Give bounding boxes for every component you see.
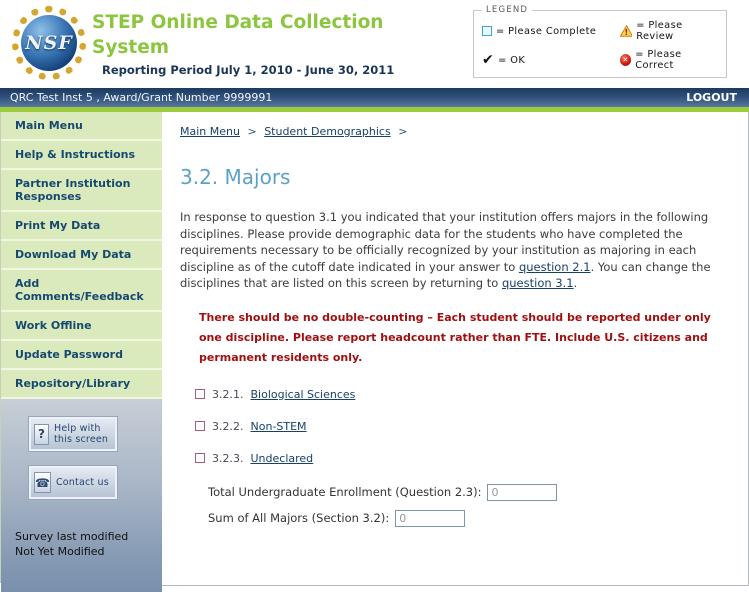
- major-number: 3.2.1.: [212, 388, 244, 401]
- legend-item-label: = Please Correct: [635, 49, 718, 71]
- nsf-logo-text: NSF: [25, 32, 73, 54]
- major-number: 3.2.2.: [212, 420, 244, 433]
- biological-sciences-link[interactable]: Biological Sciences: [251, 388, 356, 401]
- totals-fields: Total Undergraduate Enrollment (Question…: [208, 484, 728, 527]
- legend-item-correct: ✕ = Please Correct: [620, 49, 718, 71]
- sidebar-menu: Main Menu Help & Instructions Partner In…: [1, 112, 162, 399]
- sidebar-lower-panel: ? Help with this screen ☎ Contact us Sur…: [1, 399, 162, 592]
- breadcrumb-separator: >: [398, 125, 407, 138]
- survey-last-modified: Survey last modified Not Yet Modified: [15, 529, 162, 559]
- svg-text:!: !: [624, 28, 628, 37]
- legend-title: LEGEND: [482, 5, 532, 15]
- question-mark-icon: ?: [34, 424, 49, 445]
- breadcrumb-student-demographics[interactable]: Student Demographics: [264, 125, 391, 138]
- please-complete-status-icon: [195, 421, 205, 431]
- correct-circle-icon: ✕: [620, 54, 631, 66]
- intro-text: .: [574, 276, 578, 290]
- logout-link[interactable]: LOGOUT: [686, 91, 737, 104]
- body-row: Main Menu Help & Instructions Partner In…: [0, 112, 749, 586]
- please-complete-status-icon: [195, 389, 205, 399]
- contact-us-button[interactable]: ☎ Contact us: [29, 466, 117, 499]
- app-title: STEP Online Data Collection System: [92, 10, 402, 60]
- main-content: Main Menu > Student Demographics > 3.2. …: [162, 112, 749, 586]
- sidebar-item-download-my-data[interactable]: Download My Data: [1, 241, 162, 270]
- reporting-period: Reporting Period July 1, 2010 - June 30,…: [102, 63, 402, 77]
- nsf-globe-icon: NSF: [21, 15, 77, 71]
- sidebar-item-print-my-data[interactable]: Print My Data: [1, 212, 162, 241]
- page-title: 3.2. Majors: [180, 165, 728, 189]
- legend-box: LEGEND = Please Complete ! = Please Revi…: [473, 5, 727, 78]
- breadcrumb-separator: >: [247, 125, 256, 138]
- sidebar-item-main-menu[interactable]: Main Menu: [1, 112, 162, 141]
- sidebar-item-repository-library[interactable]: Repository/Library: [1, 370, 162, 399]
- breadcrumb: Main Menu > Student Demographics >: [180, 125, 728, 138]
- total-enrollment-input[interactable]: [487, 484, 557, 501]
- account-bar: QRC Test Inst 5 , Award/Grant Number 999…: [0, 88, 749, 107]
- non-stem-link[interactable]: Non-STEM: [251, 420, 307, 433]
- sum-majors-input[interactable]: [395, 510, 465, 527]
- sidebar-item-update-password[interactable]: Update Password: [1, 341, 162, 370]
- ok-check-icon: ✔: [482, 55, 494, 65]
- question-3-1-link[interactable]: question 3.1: [502, 276, 574, 290]
- total-enrollment-label: Total Undergraduate Enrollment (Question…: [208, 485, 481, 499]
- majors-list: 3.2.1. Biological Sciences 3.2.2. Non-ST…: [195, 388, 728, 465]
- intro-paragraph: In response to question 3.1 you indicate…: [180, 209, 728, 292]
- sidebar-item-work-offline[interactable]: Work Offline: [1, 312, 162, 341]
- header: NSF STEP Online Data Collection System R…: [0, 0, 749, 88]
- major-number: 3.2.3.: [212, 452, 244, 465]
- please-complete-status-icon: [195, 453, 205, 463]
- title-block: STEP Online Data Collection System Repor…: [92, 10, 402, 77]
- contact-button-label: Contact us: [56, 477, 109, 488]
- legend-item-complete: = Please Complete: [482, 20, 620, 42]
- list-item: 3.2.2. Non-STEM: [195, 420, 728, 433]
- review-triangle-icon: !: [620, 25, 632, 37]
- phone-icon: ☎: [34, 472, 51, 493]
- legend-item-ok: ✔ = OK: [482, 49, 620, 71]
- legend-grid: = Please Complete ! = Please Review ✔ = …: [482, 20, 718, 71]
- help-with-screen-button[interactable]: ? Help with this screen: [29, 417, 117, 451]
- undeclared-link[interactable]: Undeclared: [251, 452, 314, 465]
- legend-item-label: = Please Complete: [496, 26, 596, 37]
- nsf-logo: NSF: [12, 6, 86, 80]
- sum-majors-label: Sum of All Majors (Section 3.2):: [208, 511, 389, 525]
- survey-modified-value: Not Yet Modified: [15, 544, 162, 559]
- sidebar-item-partner-institution-responses[interactable]: Partner Institution Responses: [1, 170, 162, 212]
- total-enrollment-row: Total Undergraduate Enrollment (Question…: [208, 484, 728, 501]
- breadcrumb-main-menu[interactable]: Main Menu: [180, 125, 240, 138]
- sidebar-item-help-instructions[interactable]: Help & Instructions: [1, 141, 162, 170]
- complete-square-icon: [482, 26, 492, 36]
- institution-label: QRC Test Inst 5 , Award/Grant Number 999…: [10, 91, 272, 104]
- sidebar-item-add-comments-feedback[interactable]: Add Comments/Feedback: [1, 270, 162, 312]
- page: NSF STEP Online Data Collection System R…: [0, 0, 749, 592]
- legend-item-label: = OK: [498, 55, 525, 66]
- sum-majors-row: Sum of All Majors (Section 3.2):: [208, 510, 728, 527]
- survey-modified-label: Survey last modified: [15, 529, 162, 544]
- list-item: 3.2.3. Undeclared: [195, 452, 728, 465]
- legend-item-label: = Please Review: [636, 20, 718, 42]
- help-button-label: Help with this screen: [54, 423, 112, 445]
- list-item: 3.2.1. Biological Sciences: [195, 388, 728, 401]
- warning-text: There should be no double-counting – Eac…: [199, 308, 715, 368]
- legend-item-review: ! = Please Review: [620, 20, 718, 42]
- question-2-1-link[interactable]: question 2.1: [519, 260, 591, 274]
- sidebar: Main Menu Help & Instructions Partner In…: [0, 112, 162, 583]
